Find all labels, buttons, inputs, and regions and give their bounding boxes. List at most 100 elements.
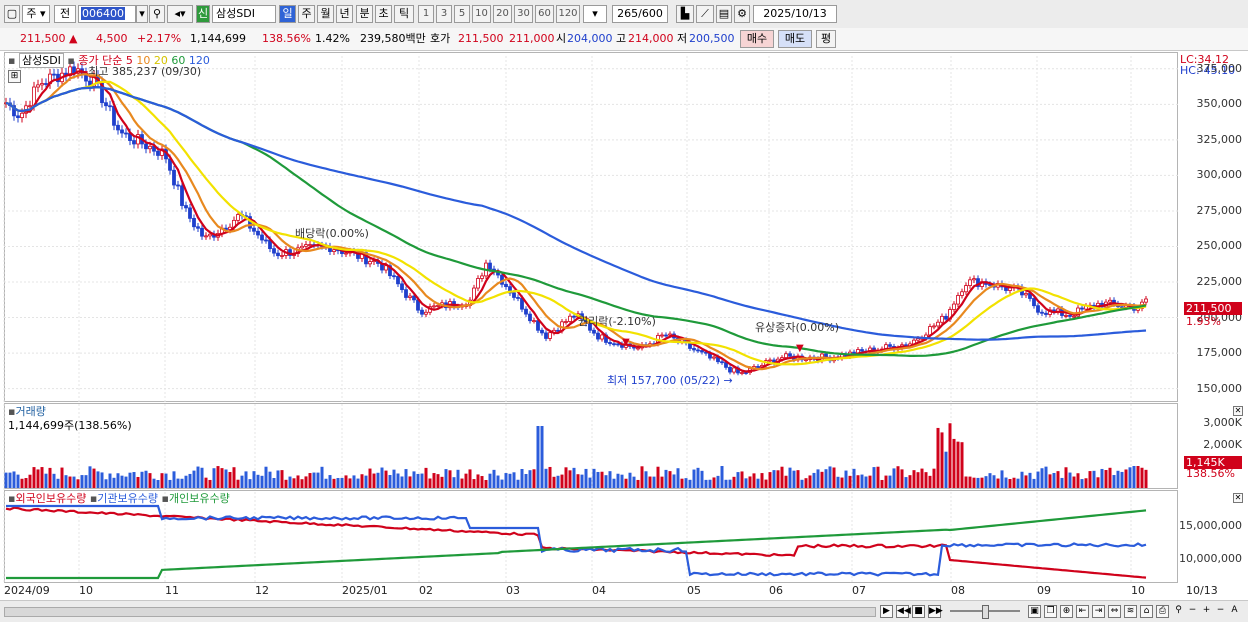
play-icon[interactable]: ▶ bbox=[880, 605, 893, 618]
volume-bar bbox=[652, 476, 656, 488]
volume-bar bbox=[524, 473, 528, 488]
volume-bar bbox=[860, 474, 864, 488]
x-tick: 11 bbox=[165, 584, 179, 597]
candle bbox=[720, 361, 724, 364]
holdings-axis: 15,000,000 10,000,000 bbox=[1178, 490, 1248, 583]
candle bbox=[184, 205, 188, 209]
zoom-out-icon[interactable]: − bbox=[1214, 605, 1227, 618]
volume-readout: 1,144,699주(138.56%) bbox=[8, 419, 132, 432]
volume-bar bbox=[696, 467, 700, 488]
layout-icon[interactable]: ▣ bbox=[1028, 605, 1041, 618]
grid-toggle-icon[interactable]: ⊞ bbox=[8, 70, 21, 83]
x-tick: 03 bbox=[506, 584, 520, 597]
volume-bar bbox=[448, 470, 452, 488]
volume-bar bbox=[480, 476, 484, 488]
stop-icon[interactable]: ■ bbox=[912, 605, 925, 618]
candle bbox=[252, 227, 256, 232]
candle bbox=[260, 234, 264, 241]
volume-bar bbox=[832, 467, 836, 488]
volume-bar bbox=[1028, 472, 1032, 488]
candle bbox=[636, 347, 640, 350]
volume-bar bbox=[280, 470, 284, 488]
volume-bar bbox=[564, 467, 568, 488]
minus-icon[interactable]: − bbox=[1186, 605, 1199, 618]
compare-icon[interactable]: ≋ bbox=[1124, 605, 1137, 618]
volume-bar bbox=[420, 473, 424, 488]
price-stock-name[interactable]: 삼성SDI bbox=[18, 53, 64, 68]
volume-bar bbox=[616, 473, 620, 488]
volume-bar bbox=[1008, 479, 1012, 488]
price-axis: LC:34.12 HC:-45.10 375,000 350,000 325,000… bbox=[1178, 52, 1248, 402]
volume-bar bbox=[244, 471, 248, 488]
candle bbox=[952, 303, 956, 310]
lock-icon[interactable]: ⌂ bbox=[1140, 605, 1153, 618]
volume-bar bbox=[824, 469, 828, 488]
volume-bar bbox=[680, 478, 684, 488]
volume-bar bbox=[104, 479, 108, 488]
volume-bar bbox=[836, 476, 840, 488]
candle bbox=[536, 320, 540, 331]
copy-icon[interactable]: ❐ bbox=[1044, 605, 1057, 618]
volume-bar bbox=[968, 476, 972, 488]
candle bbox=[804, 359, 808, 361]
volume-bar bbox=[28, 474, 32, 488]
volume-bar bbox=[1136, 466, 1140, 488]
candle bbox=[756, 366, 760, 368]
volume-bar bbox=[664, 469, 668, 488]
issue-arrow-icon: ▼ bbox=[796, 343, 804, 354]
close-icon[interactable]: ✕ bbox=[1233, 406, 1243, 416]
candle bbox=[204, 235, 208, 238]
zoom-slider-thumb[interactable] bbox=[982, 605, 989, 619]
candle bbox=[476, 278, 480, 289]
ruler-icon[interactable]: ⇤ bbox=[1076, 605, 1089, 618]
font-size-icon[interactable]: A bbox=[1228, 605, 1241, 618]
volume-bar bbox=[1064, 467, 1068, 488]
volume-bar bbox=[152, 478, 156, 488]
pin-icon[interactable]: ⊕ bbox=[1060, 605, 1073, 618]
volume-bar bbox=[720, 466, 724, 488]
plus-icon[interactable]: + bbox=[1200, 605, 1213, 618]
candle bbox=[1008, 287, 1012, 291]
high-note: ←최고 385,237 (09/30) bbox=[79, 65, 202, 78]
candle bbox=[180, 185, 184, 206]
volume-bar bbox=[1072, 476, 1076, 488]
volume-bar bbox=[512, 472, 516, 488]
candle bbox=[192, 217, 196, 228]
volume-bar bbox=[592, 468, 596, 488]
volume-bar bbox=[780, 466, 784, 488]
rewind-icon[interactable]: ◀◀ bbox=[896, 605, 911, 618]
forward-icon[interactable]: ▶▶ bbox=[928, 605, 943, 618]
measure-icon[interactable]: ⇥ bbox=[1092, 605, 1105, 618]
volume-bar bbox=[500, 479, 504, 488]
bottom-bar: ▶ ◀◀ ■ ▶▶ ▣ ❐ ⊕ ⇤ ⇥ ⇔ ≋ ⌂ ⎙ ⚲ − + − A bbox=[0, 600, 1248, 622]
volume-bar bbox=[80, 475, 84, 488]
candle bbox=[596, 332, 600, 340]
volume-bar bbox=[692, 469, 696, 488]
volume-bar bbox=[252, 471, 256, 488]
volume-bar bbox=[372, 473, 376, 488]
volume-bar bbox=[496, 475, 500, 488]
candle bbox=[300, 245, 304, 249]
volume-bar bbox=[796, 470, 800, 488]
volume-bar bbox=[520, 468, 524, 488]
close-icon[interactable]: ✕ bbox=[1233, 493, 1243, 503]
volume-bar bbox=[456, 469, 460, 488]
fit-icon[interactable]: ⇔ bbox=[1108, 605, 1121, 618]
volume-bar bbox=[312, 472, 316, 488]
volume-bar bbox=[636, 479, 640, 488]
volume-bar bbox=[396, 473, 400, 488]
last-price-tag: 211,500 bbox=[1184, 302, 1242, 315]
volume-bar bbox=[560, 474, 564, 488]
candle bbox=[740, 372, 744, 374]
candle bbox=[960, 291, 964, 296]
volume-bar bbox=[820, 471, 824, 488]
candle bbox=[1108, 299, 1112, 303]
scrollbar[interactable] bbox=[4, 607, 876, 617]
volume-bar bbox=[428, 478, 432, 488]
x-tick: 04 bbox=[592, 584, 606, 597]
volume-bar bbox=[256, 474, 260, 488]
candle bbox=[256, 230, 260, 236]
search-icon[interactable]: ⚲ bbox=[1172, 605, 1185, 618]
volume-bar bbox=[852, 468, 856, 488]
print-icon[interactable]: ⎙ bbox=[1156, 605, 1169, 618]
